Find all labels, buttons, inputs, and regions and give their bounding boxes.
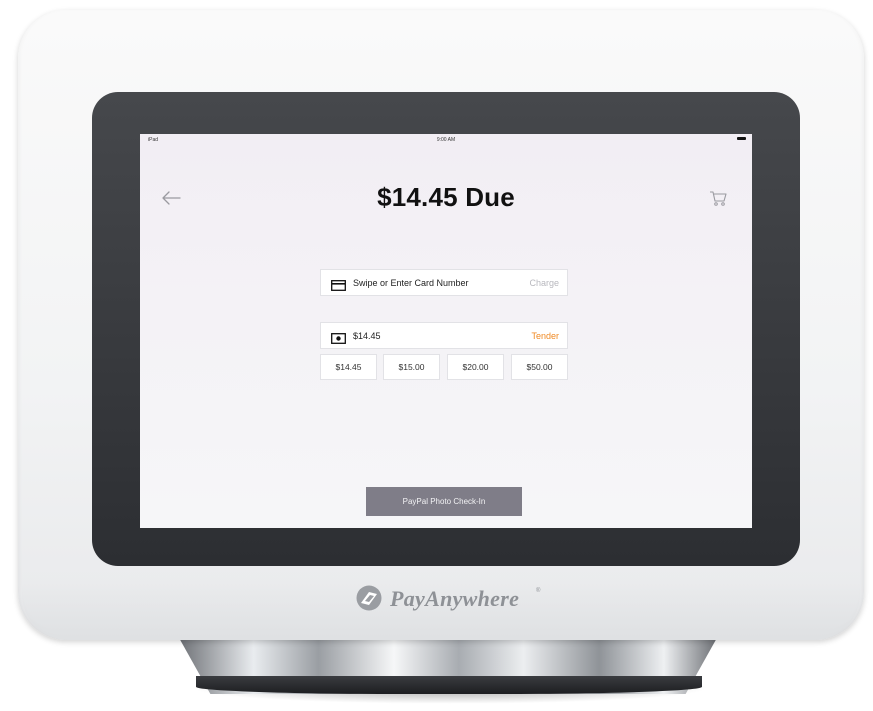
charge-button[interactable]: Charge (529, 278, 559, 288)
card-number-field[interactable]: Swipe or Enter Card Number Charge (320, 269, 568, 296)
cart-icon (710, 191, 727, 206)
tender-button[interactable]: Tender (531, 331, 559, 341)
brand-name: PayAnywhere (390, 586, 520, 611)
status-bar: iPad 9:00 AM (140, 134, 752, 146)
brand-logo: PayAnywhere ® (350, 582, 550, 612)
brand-mark-icon (354, 584, 384, 617)
quick-amount-button[interactable]: $20.00 (447, 354, 504, 380)
tablet-screen: iPad 9:00 AM $14.45 Due Swipe or Enter C… (140, 134, 752, 528)
cash-amount-value: $14.45 (353, 331, 381, 341)
cash-icon (331, 331, 346, 349)
cart-button[interactable] (708, 189, 728, 207)
quick-amount-row: $14.45 $15.00 $20.00 $50.00 (320, 354, 568, 380)
quick-amount-button[interactable]: $15.00 (383, 354, 440, 380)
quick-amount-button[interactable]: $50.00 (511, 354, 568, 380)
quick-amount-button[interactable]: $14.45 (320, 354, 377, 380)
paypal-photo-checkin-button[interactable]: PayPal Photo Check-In (366, 487, 522, 516)
brand-trademark: ® (536, 588, 541, 594)
credit-card-icon (331, 278, 346, 296)
status-time: 9:00 AM (436, 137, 456, 143)
page-title: $14.45 Due (377, 182, 515, 212)
stand-base (196, 676, 702, 694)
card-number-label: Swipe or Enter Card Number (353, 278, 469, 288)
cash-amount-field[interactable]: $14.45 Tender (320, 322, 568, 349)
battery-icon (737, 137, 746, 140)
